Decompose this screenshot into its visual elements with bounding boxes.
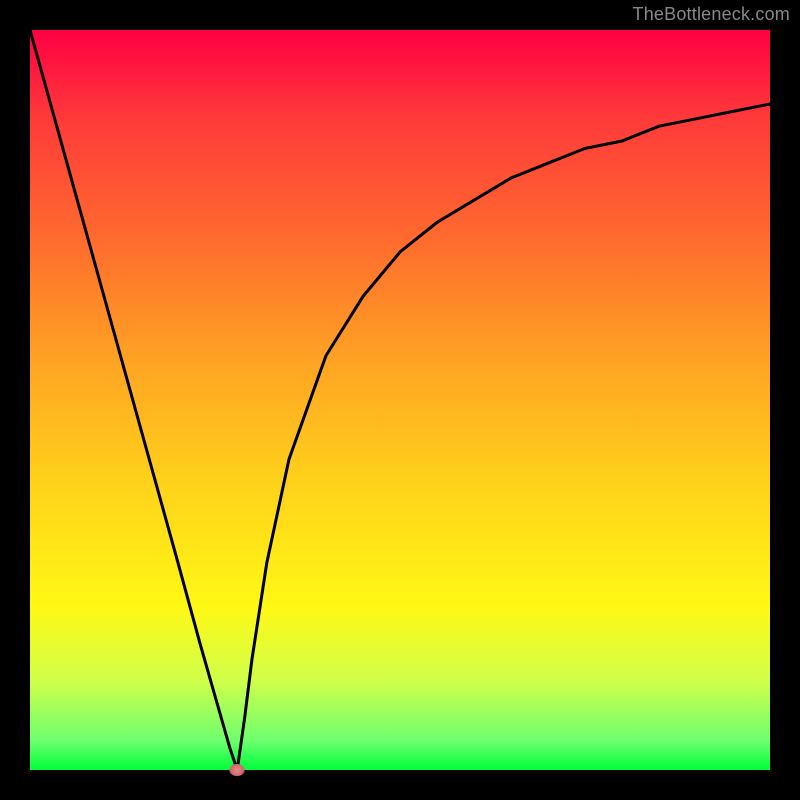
vertex-marker xyxy=(229,764,245,776)
curve-left-branch xyxy=(30,30,237,770)
curve-right-branch xyxy=(237,104,770,770)
plot-area xyxy=(30,30,770,770)
attribution-label: TheBottleneck.com xyxy=(633,4,790,25)
chart-frame: TheBottleneck.com xyxy=(0,0,800,800)
curve-layer xyxy=(30,30,770,770)
